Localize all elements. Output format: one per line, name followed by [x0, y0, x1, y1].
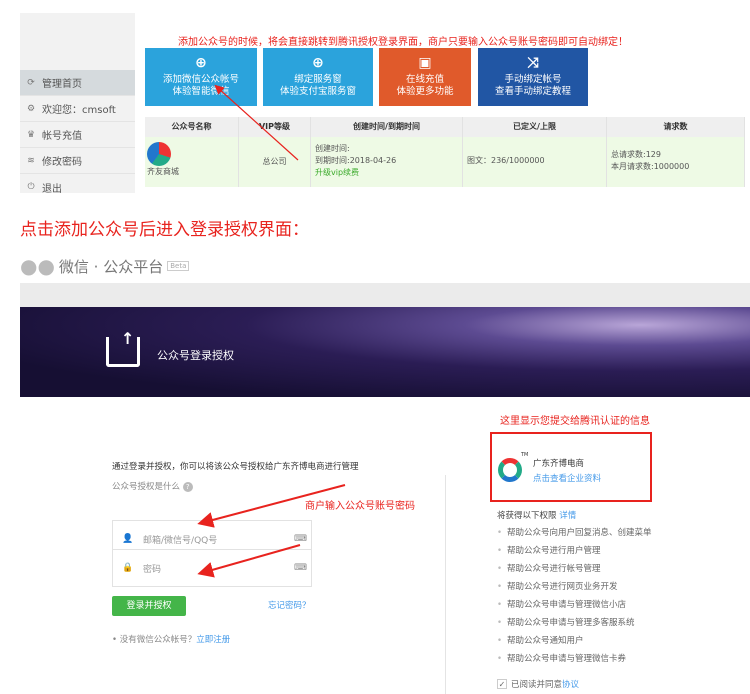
arrow: [214, 84, 299, 161]
arrow: [197, 484, 346, 528]
annotation-arrows: [197, 84, 346, 578]
arrow: [197, 544, 301, 578]
